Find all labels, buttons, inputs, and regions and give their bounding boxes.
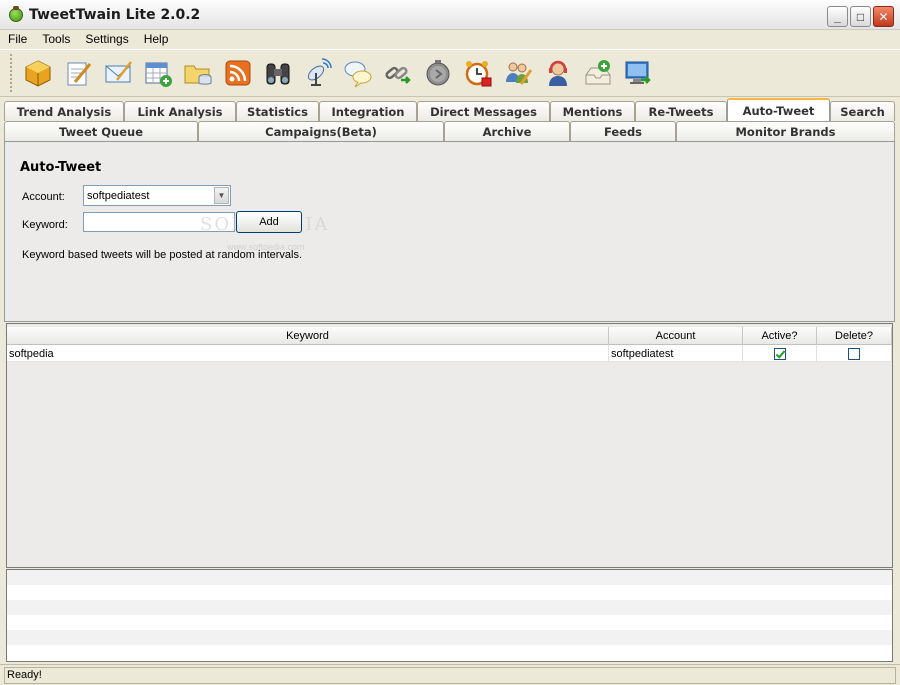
- column-header-keyword[interactable]: Keyword: [7, 327, 609, 345]
- log-panel[interactable]: [6, 569, 893, 662]
- chat-bubbles-icon[interactable]: [343, 58, 374, 89]
- app-icon: [9, 5, 23, 22]
- auto-tweet-panel: Auto-Tweet Account: softpediatest ▼ Keyw…: [4, 141, 895, 322]
- toolbar: [0, 49, 900, 97]
- minimize-button[interactable]: _: [827, 6, 848, 27]
- alarm-clock-icon[interactable]: [463, 58, 494, 89]
- tab-auto-tweet[interactable]: Auto-Tweet: [727, 98, 830, 121]
- menu-file[interactable]: File: [0, 32, 34, 46]
- toolbar-grip[interactable]: [10, 54, 14, 92]
- mail-icon[interactable]: [103, 58, 134, 89]
- account-select[interactable]: softpediatest ▼: [83, 185, 231, 206]
- tab-search[interactable]: Search: [830, 101, 895, 121]
- delete-checkbox[interactable]: [848, 347, 860, 360]
- info-text: Keyword based tweets will be posted at r…: [22, 249, 303, 261]
- account-select-value: softpediatest: [87, 189, 150, 202]
- users-edit-icon[interactable]: [503, 58, 534, 89]
- menu-tools[interactable]: Tools: [34, 32, 77, 46]
- log-row: [7, 600, 892, 615]
- tab-mentions[interactable]: Mentions: [550, 101, 635, 121]
- menu-bar: File Tools Settings Help: [0, 30, 900, 48]
- add-button[interactable]: Add: [236, 211, 302, 233]
- column-header-delete[interactable]: Delete?: [817, 327, 892, 345]
- status-bar: Ready!: [0, 664, 900, 685]
- link-icon[interactable]: [383, 58, 414, 89]
- cell-delete: [817, 345, 892, 362]
- tab-tweet-queue[interactable]: Tweet Queue: [4, 121, 198, 142]
- cell-active: [743, 345, 817, 362]
- import-icon[interactable]: [583, 58, 614, 89]
- close-button[interactable]: ✕: [873, 6, 894, 27]
- table-row[interactable]: softpedia softpediatest: [7, 345, 892, 362]
- section-title: Auto-Tweet: [20, 160, 102, 175]
- tab-direct-messages[interactable]: Direct Messages: [417, 101, 550, 121]
- table-header: Keyword Account Active? Delete?: [7, 327, 892, 345]
- menu-settings[interactable]: Settings: [77, 32, 135, 46]
- tab-trend-analysis[interactable]: Trend Analysis: [4, 101, 124, 121]
- column-header-active[interactable]: Active?: [743, 327, 817, 345]
- keyword-label: Keyword:: [22, 219, 68, 231]
- tab-monitor-brands[interactable]: Monitor Brands: [676, 121, 895, 142]
- column-header-account[interactable]: Account: [609, 327, 743, 345]
- log-row: [7, 570, 892, 585]
- tab-archive[interactable]: Archive: [444, 121, 570, 142]
- monitor-export-icon[interactable]: [623, 58, 654, 89]
- title-bar: TweetTwain Lite 2.0.2 _ □ ✕: [0, 0, 900, 30]
- tab-link-analysis[interactable]: Link Analysis: [124, 101, 236, 121]
- tab-integration[interactable]: Integration: [319, 101, 417, 121]
- window-title: TweetTwain Lite 2.0.2: [29, 6, 201, 23]
- folder-database-icon[interactable]: [183, 58, 214, 89]
- calendar-icon[interactable]: [143, 58, 174, 89]
- tab-campaigns[interactable]: Campaigns(Beta): [198, 121, 444, 142]
- keywords-table: Keyword Account Active? Delete? softpedi…: [6, 323, 893, 568]
- timer-icon[interactable]: [423, 58, 454, 89]
- maximize-button[interactable]: □: [850, 6, 871, 27]
- support-agent-icon[interactable]: [543, 58, 574, 89]
- status-text: Ready!: [7, 669, 42, 681]
- tab-statistics[interactable]: Statistics: [236, 101, 319, 121]
- chevron-down-icon[interactable]: ▼: [214, 187, 229, 204]
- binoculars-icon[interactable]: [263, 58, 294, 89]
- compose-icon[interactable]: [63, 58, 94, 89]
- active-checkbox[interactable]: [773, 347, 786, 360]
- tab-feeds[interactable]: Feeds: [570, 121, 676, 142]
- menu-help[interactable]: Help: [136, 32, 176, 46]
- account-label: Account:: [22, 191, 65, 203]
- rss-icon[interactable]: [223, 58, 254, 89]
- log-row: [7, 630, 892, 645]
- cell-keyword: softpedia: [7, 345, 609, 362]
- cell-account: softpediatest: [609, 345, 743, 362]
- satellite-icon[interactable]: [303, 58, 334, 89]
- tab-re-tweets[interactable]: Re-Tweets: [635, 101, 727, 121]
- package-icon[interactable]: [23, 58, 54, 89]
